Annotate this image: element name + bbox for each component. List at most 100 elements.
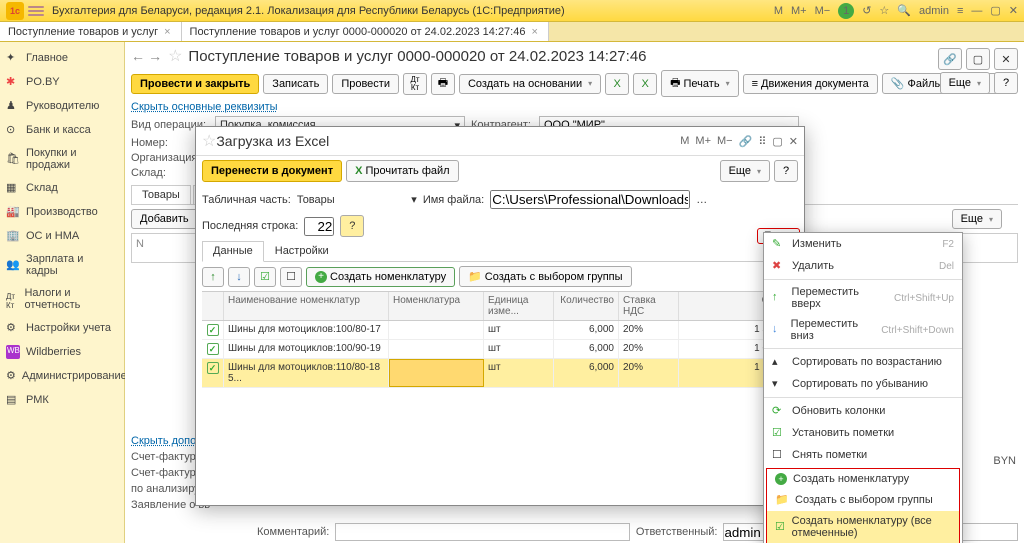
more-button[interactable]: Еще bbox=[940, 72, 990, 94]
help-icon[interactable]: ? bbox=[340, 215, 364, 237]
col-name[interactable]: Наименование номенклатур bbox=[224, 292, 389, 320]
subtab-goods[interactable]: Товары bbox=[131, 185, 191, 204]
ctx-delete[interactable]: ✖УдалитьDel bbox=[764, 255, 962, 277]
history-icon[interactable]: ↺ bbox=[862, 4, 871, 17]
calc-m[interactable]: M bbox=[774, 5, 783, 17]
minimize-icon[interactable]: — bbox=[971, 5, 982, 17]
table-row[interactable]: ✓ Шины для мотоциклов:100/90-19 шт 6,000… bbox=[202, 340, 798, 359]
file-input[interactable] bbox=[490, 190, 690, 209]
help-icon[interactable]: ? bbox=[994, 72, 1018, 94]
window-icon[interactable]: ▢ bbox=[966, 48, 990, 70]
browse-icon[interactable]: … bbox=[696, 194, 707, 206]
ctx-create-group[interactable]: 📁Создать с выбором группы bbox=[767, 489, 959, 511]
sidebar-item-hr[interactable]: 👥Зарплата и кадры bbox=[0, 248, 124, 282]
lastrow-input[interactable] bbox=[304, 217, 334, 236]
hide-main-link[interactable]: Скрыть основные реквизиты bbox=[131, 101, 278, 113]
attach-icon[interactable]: 🔗 bbox=[938, 48, 962, 70]
ctx-sort-desc[interactable]: ▾Сортировать по убыванию bbox=[764, 373, 962, 395]
process-close-button[interactable]: Провести и закрыть bbox=[131, 74, 259, 94]
sidebar-item-manager[interactable]: ♟Руководителю bbox=[0, 94, 124, 118]
favorite-icon[interactable]: ☆ bbox=[879, 4, 889, 17]
star-icon[interactable]: ☆ bbox=[202, 131, 216, 151]
ctx-move-up[interactable]: ↑Переместить вверхCtrl+Shift+Up bbox=[764, 282, 962, 314]
more-grid-button[interactable]: Еще bbox=[952, 209, 1002, 229]
close-doc-icon[interactable]: ✕ bbox=[994, 48, 1018, 70]
tab-part-select[interactable]: Товары▾ bbox=[297, 193, 417, 206]
modal-more-button[interactable]: Еще bbox=[720, 160, 770, 182]
sidebar-item-assets[interactable]: 🏢ОС и НМА bbox=[0, 224, 124, 248]
sidebar-item-warehouse[interactable]: ▦Склад bbox=[0, 176, 124, 200]
col-qty[interactable]: Количество bbox=[554, 292, 619, 320]
sidebar-item-poby[interactable]: ✱PO.BY bbox=[0, 70, 124, 94]
link-icon[interactable]: 🔗 bbox=[739, 135, 753, 148]
calc-mminus[interactable]: M− bbox=[717, 135, 733, 148]
comment-input[interactable] bbox=[335, 523, 630, 541]
sidebar-item-wb[interactable]: WBWildberries bbox=[0, 340, 124, 364]
col-nomenclature[interactable]: Номенклатура bbox=[389, 292, 484, 320]
ctx-edit[interactable]: ✎ИзменитьF2 bbox=[764, 233, 962, 255]
forward-icon[interactable]: → bbox=[148, 48, 162, 64]
help-icon[interactable]: ? bbox=[774, 160, 798, 182]
save-button[interactable]: Записать bbox=[263, 74, 328, 94]
check-all-icon[interactable]: ☑ bbox=[254, 267, 276, 287]
calc-mminus[interactable]: M− bbox=[815, 5, 831, 17]
sidebar-item-production[interactable]: 🏭Производство bbox=[0, 200, 124, 224]
settings-icon[interactable]: ≡ bbox=[957, 5, 963, 17]
create-group-button[interactable]: 📁 Создать с выбором группы bbox=[459, 266, 631, 287]
row-checkbox[interactable]: ✓ bbox=[207, 343, 219, 355]
dt-kt-icon[interactable]: ДтКт bbox=[403, 73, 427, 95]
sidebar-item-tax[interactable]: ДтКтНалоги и отчетность bbox=[0, 282, 124, 316]
ctx-create-all[interactable]: ☑Создать номенклатуру (все отмеченные) bbox=[767, 511, 959, 543]
calc-mplus[interactable]: M+ bbox=[695, 135, 711, 148]
sidebar-item-admin[interactable]: ⚙Администрирование bbox=[0, 364, 124, 388]
sidebar-item-rmk[interactable]: ▤РМК bbox=[0, 388, 124, 412]
close-app-icon[interactable]: ✕ bbox=[1009, 4, 1018, 17]
modal-tab-settings[interactable]: Настройки bbox=[264, 241, 340, 261]
ctx-refresh[interactable]: ⟳Обновить колонки bbox=[764, 400, 962, 422]
process-button[interactable]: Провести bbox=[332, 74, 399, 94]
uncheck-all-icon[interactable]: ☐ bbox=[280, 267, 302, 287]
sidebar-item-sales[interactable]: 🛍Покупки и продажи bbox=[0, 142, 124, 176]
back-icon[interactable]: ← bbox=[131, 48, 145, 64]
sidebar-item-main[interactable]: ✦Главное bbox=[0, 46, 124, 70]
notification-icon[interactable]: 1 bbox=[838, 3, 854, 19]
hamburger-icon[interactable] bbox=[28, 4, 44, 18]
ctx-create-nom[interactable]: +Создать номенклатуру bbox=[767, 469, 959, 489]
settings-icon[interactable]: ⠿ bbox=[758, 135, 766, 148]
search-icon[interactable]: 🔍 bbox=[897, 4, 911, 17]
close-icon[interactable]: ✕ bbox=[789, 135, 798, 148]
move-down-icon[interactable]: ↓ bbox=[228, 267, 250, 287]
ctx-sort-asc[interactable]: ▴Сортировать по возрастанию bbox=[764, 351, 962, 373]
cell-editing[interactable] bbox=[389, 359, 484, 387]
row-checkbox[interactable]: ✓ bbox=[207, 324, 219, 336]
print-menu-button[interactable]: 🖶 Печать bbox=[661, 70, 738, 97]
calc-m[interactable]: M bbox=[680, 135, 689, 148]
move-up-icon[interactable]: ↑ bbox=[202, 267, 224, 287]
close-icon[interactable]: × bbox=[529, 26, 539, 38]
ctx-move-down[interactable]: ↓Переместить внизCtrl+Shift+Down bbox=[764, 314, 962, 346]
print-icon[interactable]: 🖶 bbox=[431, 73, 455, 95]
maximize-icon[interactable]: ▢ bbox=[772, 135, 782, 148]
table-row[interactable]: ✓ Шины для мотоциклов:100/80-17 шт 6,000… bbox=[202, 321, 798, 340]
col-unit[interactable]: Единица изме... bbox=[484, 292, 554, 320]
col-vat[interactable]: Ставка НДС bbox=[619, 292, 679, 320]
movements-button[interactable]: ≡ Движения документа bbox=[743, 74, 878, 94]
create-nomenclature-button[interactable]: +Создать номенклатуру bbox=[306, 267, 455, 287]
ctx-set-marks[interactable]: ☑Установить пометки bbox=[764, 422, 962, 444]
star-icon[interactable]: ☆ bbox=[168, 46, 182, 66]
row-checkbox[interactable]: ✓ bbox=[207, 362, 219, 374]
ctx-clear-marks[interactable]: ☐Снять пометки bbox=[764, 444, 962, 466]
table-row[interactable]: ✓ Шины для мотоциклов:110/80-18 5... шт … bbox=[202, 359, 798, 388]
create-based-button[interactable]: Создать на основании bbox=[459, 74, 601, 94]
sidebar-item-bank[interactable]: ⊙Банк и касса bbox=[0, 118, 124, 142]
tab-1[interactable]: Поступление товаров и услуг 0000-000020 … bbox=[182, 22, 549, 41]
excel-icon[interactable]: X bbox=[605, 73, 629, 95]
calc-mplus[interactable]: M+ bbox=[791, 5, 807, 17]
excel-export-icon[interactable]: X bbox=[633, 73, 657, 95]
transfer-button[interactable]: Перенести в документ bbox=[202, 160, 342, 182]
sidebar-item-settings[interactable]: ⚙Настройки учета bbox=[0, 316, 124, 340]
modal-tab-data[interactable]: Данные bbox=[202, 241, 264, 262]
read-file-button[interactable]: X Прочитать файл bbox=[346, 160, 458, 182]
user-name[interactable]: admin bbox=[919, 5, 949, 17]
add-button[interactable]: Добавить bbox=[131, 209, 198, 229]
